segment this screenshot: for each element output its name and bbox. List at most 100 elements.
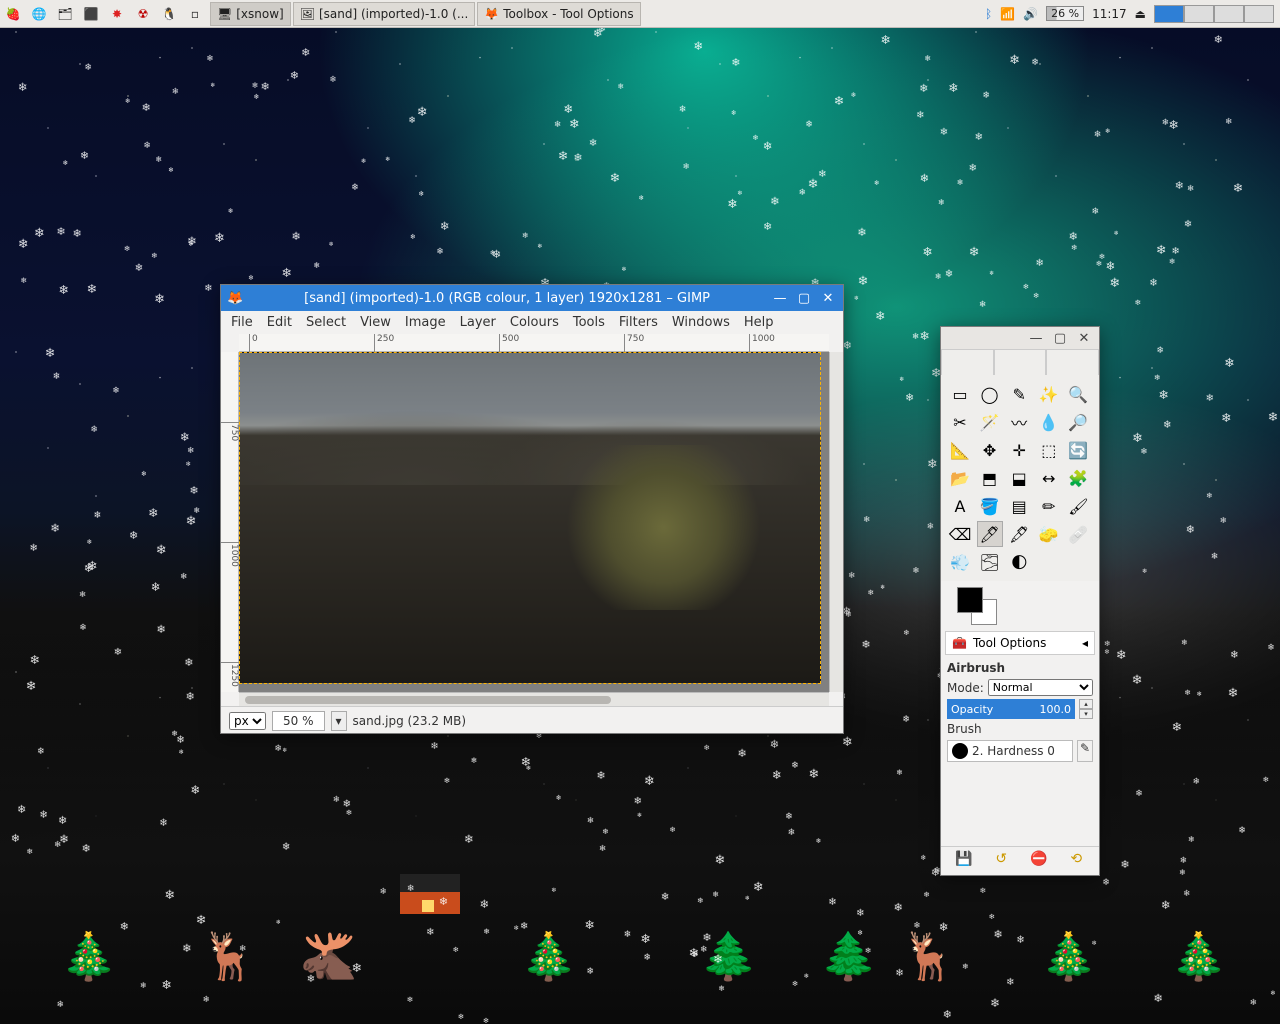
tool-airbrush[interactable]: 🖊	[977, 521, 1003, 547]
snowflake: ❄	[1220, 515, 1227, 525]
workspace-1[interactable]	[1154, 5, 1184, 23]
close-button[interactable]: ✕	[1075, 329, 1093, 347]
tool-paths[interactable]: 〰	[1006, 409, 1032, 435]
tool-free-select[interactable]: ✎	[1006, 381, 1032, 407]
toolbox-dock-tabs[interactable]	[941, 349, 1099, 375]
fg-bg-color-widget[interactable]	[949, 585, 1091, 625]
tool-fuzzy-select[interactable]: ✨	[1036, 381, 1062, 407]
tool-rect-select[interactable]: ▭	[947, 381, 973, 407]
scrollbar-horizontal[interactable]	[239, 692, 829, 706]
menu-colours[interactable]: Colours	[510, 315, 559, 330]
tool-bucket-fill[interactable]: 🪣	[977, 493, 1003, 519]
delete-preset-icon[interactable]: ⛔	[1029, 851, 1049, 871]
volume-icon[interactable]: 🔊	[1023, 7, 1038, 21]
tool-zoom[interactable]: 🔎	[1065, 409, 1091, 435]
tool-scale[interactable]: 📂	[947, 465, 973, 491]
tool-shear[interactable]: ⬒	[977, 465, 1003, 491]
brush-selector[interactable]: 2. Hardness 0	[947, 740, 1073, 762]
tool-clone[interactable]: 🧽	[1036, 521, 1062, 547]
image-canvas[interactable]	[239, 352, 821, 684]
close-button[interactable]: ✕	[819, 289, 837, 307]
snowflake: ❄	[1140, 447, 1147, 457]
menu-raspberry-icon[interactable]: 🍓	[1, 2, 25, 26]
snowflake: ❄	[563, 102, 573, 116]
menu-image[interactable]: Image	[405, 315, 446, 330]
reset-preset-icon[interactable]: ⟲	[1066, 851, 1086, 871]
taskbar-task[interactable]: 🖥[xsnow]	[210, 2, 291, 26]
clock[interactable]: 11:17	[1092, 7, 1127, 21]
opacity-stepper[interactable]: ▴▾	[1079, 699, 1093, 719]
menu-filters[interactable]: Filters	[619, 315, 658, 330]
launcher-icon[interactable]: ✸	[105, 2, 129, 26]
tool-smudge[interactable]: 💨	[947, 549, 973, 575]
tool-paintbrush[interactable]: 🖌	[1065, 493, 1091, 519]
tool-pencil[interactable]: ✏	[1036, 493, 1062, 519]
tool-measure[interactable]: 📐	[947, 437, 973, 463]
tool-move[interactable]: ✥	[977, 437, 1003, 463]
launcher-icon[interactable]: ☢	[131, 2, 155, 26]
restore-preset-icon[interactable]: ↺	[991, 851, 1011, 871]
gimp-titlebar[interactable]: 🦊 [sand] (imported)-1.0 (RGB colour, 1 l…	[221, 285, 843, 311]
wifi-icon[interactable]: 📶	[1000, 7, 1015, 21]
tool-flip[interactable]: ↔	[1036, 465, 1062, 491]
tool-cage[interactable]: 🧩	[1065, 465, 1091, 491]
menu-view[interactable]: View	[360, 315, 391, 330]
tool-rotate[interactable]: 🔄	[1065, 437, 1091, 463]
workspace-2[interactable]	[1184, 5, 1214, 23]
tool-perspective[interactable]: ⬓	[1006, 465, 1032, 491]
launcher-icon[interactable]: 🐧	[157, 2, 181, 26]
eject-icon[interactable]: ⏏	[1135, 7, 1146, 21]
bluetooth-icon[interactable]: ᛒ	[985, 7, 992, 21]
toolbox-titlebar[interactable]: — ▢ ✕	[941, 327, 1099, 349]
battery-indicator[interactable]: 26 %	[1046, 6, 1084, 21]
tool-text[interactable]: A	[947, 493, 973, 519]
tool-align[interactable]: ✛	[1006, 437, 1032, 463]
tool-eraser[interactable]: ⌫	[947, 521, 973, 547]
tool-foreground-select[interactable]: 🪄	[977, 409, 1003, 435]
terminal-launcher-icon[interactable]: ⬛	[79, 2, 103, 26]
minimize-button[interactable]: —	[1027, 329, 1045, 347]
tool-color-picker[interactable]: 💧	[1036, 409, 1062, 435]
menu-select[interactable]: Select	[306, 315, 346, 330]
launcher-icon[interactable]: ▫	[183, 2, 207, 26]
minimize-button[interactable]: —	[771, 289, 789, 307]
tool-blur[interactable]: 🌫	[977, 549, 1003, 575]
menu-file[interactable]: File	[231, 315, 253, 330]
tool-ink[interactable]: 🖋	[1006, 521, 1032, 547]
tool-ellipse-select[interactable]: ◯	[977, 381, 1003, 407]
tool-by-color-select[interactable]: 🔍	[1065, 381, 1091, 407]
opacity-slider[interactable]: Opacity 100.0	[947, 699, 1075, 719]
taskbar-task[interactable]: 🖼[sand] (imported)-1.0 (...	[293, 2, 476, 26]
tool-blend[interactable]: ▤	[1006, 493, 1032, 519]
ruler-horizontal[interactable]: 02505007501000	[239, 334, 829, 352]
zoom-field[interactable]: 50 %	[272, 711, 325, 731]
workspace-pager[interactable]	[1154, 5, 1274, 23]
files-launcher-icon[interactable]: 🗂	[53, 2, 77, 26]
menu-layer[interactable]: Layer	[460, 315, 496, 330]
canvas-viewport[interactable]	[239, 352, 829, 692]
tool-options-header[interactable]: 🧰 Tool Options ◂	[945, 631, 1095, 655]
workspace-4[interactable]	[1244, 5, 1274, 23]
maximize-button[interactable]: ▢	[1051, 329, 1069, 347]
menu-tools[interactable]: Tools	[573, 315, 605, 330]
save-preset-icon[interactable]: 💾	[954, 851, 974, 871]
tool-options-menu-icon[interactable]: ◂	[1082, 636, 1088, 650]
scrollbar-vertical[interactable]	[829, 352, 843, 692]
foreground-color-swatch[interactable]	[957, 587, 983, 613]
menu-windows[interactable]: Windows	[672, 315, 730, 330]
tool-crop[interactable]: ⬚	[1036, 437, 1062, 463]
browser-launcher-icon[interactable]: 🌐	[27, 2, 51, 26]
menu-help[interactable]: Help	[744, 315, 774, 330]
mode-select[interactable]: Normal	[988, 679, 1093, 696]
maximize-button[interactable]: ▢	[795, 289, 813, 307]
tool-dodge[interactable]: 🌓	[1006, 549, 1032, 575]
ruler-vertical[interactable]: 75010001250	[221, 352, 239, 692]
tool-scissors[interactable]: ✂	[947, 409, 973, 435]
workspace-3[interactable]	[1214, 5, 1244, 23]
taskbar-task[interactable]: 🦊Toolbox - Tool Options	[477, 2, 640, 26]
tool-heal[interactable]: 🩹	[1065, 521, 1091, 547]
menu-edit[interactable]: Edit	[267, 315, 292, 330]
units-select[interactable]: px	[229, 712, 266, 730]
brush-edit-icon[interactable]: ✎	[1077, 740, 1093, 762]
zoom-dropdown-button[interactable]: ▾	[331, 711, 347, 731]
